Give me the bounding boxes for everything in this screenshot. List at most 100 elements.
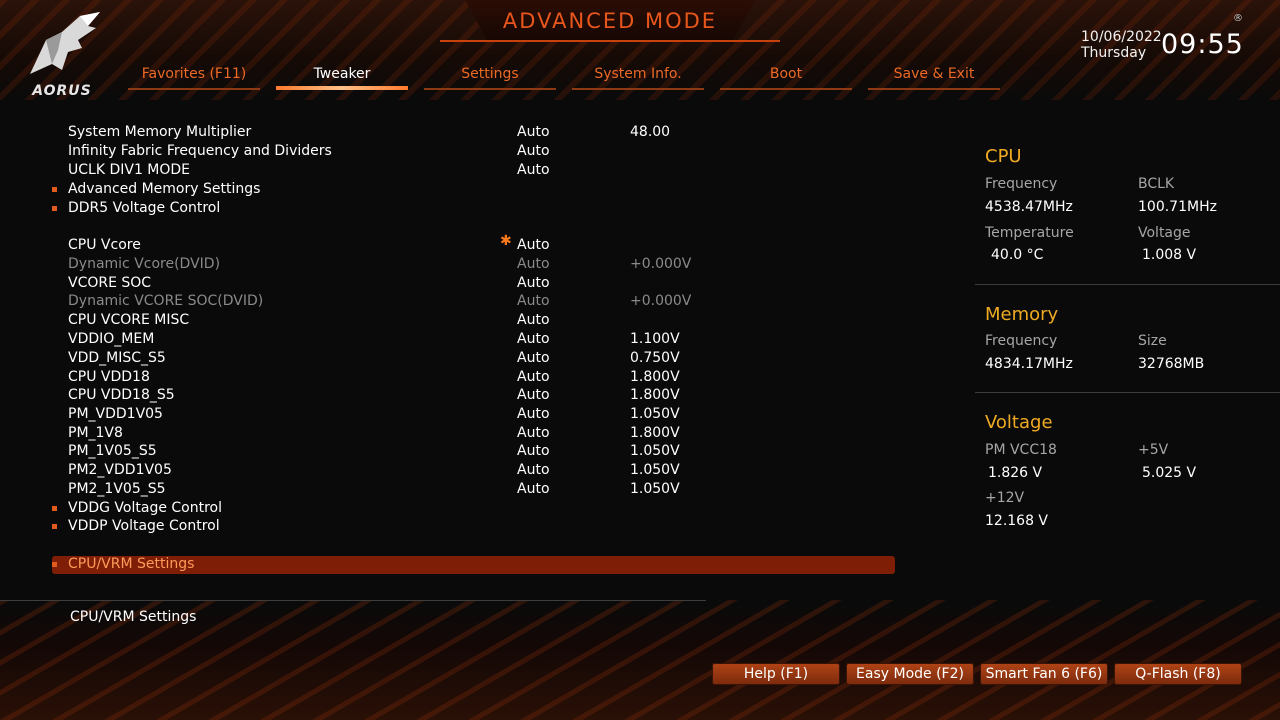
submenu-row[interactable]: VDDP Voltage Control: [52, 518, 702, 537]
setting-label: Dynamic VCORE SOC(DVID): [68, 293, 264, 309]
page-title: ADVANCED MODE: [502, 9, 718, 33]
tab-system-info[interactable]: System Info.: [572, 66, 704, 90]
cpu-temperature-value: 40.0 °C: [991, 247, 1044, 263]
setting-mode[interactable]: Auto: [517, 425, 550, 441]
setting-label: VDDIO_MEM: [68, 331, 155, 347]
setting-row[interactable]: PM2_1V05_S5 Auto 1.050V: [52, 481, 702, 500]
setting-row[interactable]: CPU VDD18 Auto 1.800V: [52, 369, 702, 388]
setting-mode[interactable]: Auto: [517, 406, 550, 422]
pmvcc18-value: 1.826 V: [988, 465, 1043, 481]
panel-divider: [975, 392, 1280, 393]
setting-row[interactable]: VDDIO_MEM Auto 1.100V: [52, 331, 702, 350]
memory-frequency-label: Frequency: [985, 333, 1058, 349]
setting-mode[interactable]: Auto: [517, 143, 550, 159]
brand-logo-text: AORUS: [32, 83, 92, 99]
setting-mode[interactable]: Auto: [517, 369, 550, 385]
setting-mode[interactable]: Auto: [517, 481, 550, 497]
v12-label: +12V: [985, 490, 1025, 506]
modified-star-icon: ✱: [500, 233, 512, 249]
setting-row[interactable]: VDD_MISC_S5 Auto 0.750V: [52, 350, 702, 369]
panel-divider: [975, 284, 1280, 285]
v12-value: 12.168 V: [985, 513, 1049, 529]
setting-mode[interactable]: Auto: [517, 462, 550, 478]
submenu-row[interactable]: Advanced Memory Settings: [52, 181, 702, 200]
tab-tweaker[interactable]: Tweaker: [276, 66, 408, 90]
setting-mode[interactable]: Auto: [517, 124, 550, 140]
setting-row[interactable]: PM_VDD1V05 Auto 1.050V: [52, 406, 702, 425]
setting-label: Dynamic Vcore(DVID): [68, 256, 221, 272]
pmvcc18-label: PM VCC18: [985, 442, 1057, 458]
setting-row[interactable]: CPU VDD18_S5 Auto 1.800V: [52, 387, 702, 406]
setting-label: PM_1V8: [68, 425, 123, 441]
qflash-button[interactable]: Q-Flash (F8): [1114, 663, 1242, 685]
memory-size-label: Size: [1138, 333, 1167, 349]
setting-row[interactable]: VCORE SOC Auto: [52, 275, 702, 294]
submenu-row[interactable]: VDDG Voltage Control: [52, 500, 702, 519]
setting-row[interactable]: PM_1V8 Auto 1.800V: [52, 425, 702, 444]
setting-value[interactable]: 1.800V: [630, 425, 680, 441]
setting-label: CPU VCORE MISC: [68, 312, 190, 328]
title-underline: [440, 40, 780, 42]
setting-row[interactable]: PM2_VDD1V05 Auto 1.050V: [52, 462, 702, 481]
setting-row[interactable]: UCLK DIV1 MODE Auto: [52, 162, 702, 181]
setting-mode: Auto: [517, 293, 550, 309]
tab-save-exit[interactable]: Save & Exit: [868, 66, 1000, 90]
setting-value[interactable]: 1.050V: [630, 443, 680, 459]
setting-label: PM_VDD1V05: [68, 406, 163, 422]
easy-mode-button[interactable]: Easy Mode (F2): [846, 663, 974, 685]
setting-value[interactable]: 1.050V: [630, 462, 680, 478]
setting-row[interactable]: CPU VCORE MISC Auto: [52, 312, 702, 331]
submenu-label: VDDG Voltage Control: [68, 500, 223, 516]
cpu-bclk-value: 100.71MHz: [1138, 199, 1217, 215]
weekday-display: Thursday: [1081, 45, 1147, 61]
setting-row: Dynamic VCORE SOC(DVID) Auto +0.000V: [52, 293, 702, 312]
setting-label: Infinity Fabric Frequency and Dividers: [68, 143, 332, 159]
submenu-row-cpu-vrm[interactable]: CPU/VRM Settings: [52, 556, 702, 575]
tab-boot[interactable]: Boot: [720, 66, 852, 90]
submenu-label: Advanced Memory Settings: [68, 181, 261, 197]
setting-mode[interactable]: Auto: [517, 312, 550, 328]
submenu-label: DDR5 Voltage Control: [68, 200, 221, 216]
setting-label: CPU Vcore: [68, 237, 141, 253]
setting-mode[interactable]: Auto: [517, 331, 550, 347]
memory-heading: Memory: [985, 304, 1059, 325]
memory-frequency-value: 4834.17MHz: [985, 356, 1073, 372]
setting-value[interactable]: 1.800V: [630, 387, 680, 403]
cpu-temperature-label: Temperature: [985, 225, 1074, 241]
v5-value: 5.025 V: [1142, 465, 1197, 481]
setting-mode[interactable]: Auto: [517, 350, 550, 366]
setting-value[interactable]: 1.800V: [630, 369, 680, 385]
voltage-heading: Voltage: [985, 412, 1053, 433]
setting-row[interactable]: System Memory Multiplier Auto 48.00: [52, 124, 702, 143]
cpu-frequency-label: Frequency: [985, 176, 1058, 192]
setting-row[interactable]: PM_1V05_S5 Auto 1.050V: [52, 443, 702, 462]
setting-value[interactable]: 1.050V: [630, 481, 680, 497]
setting-value[interactable]: 1.050V: [630, 406, 680, 422]
setting-mode[interactable]: Auto: [517, 237, 550, 253]
tab-favorites[interactable]: Favorites (F11): [128, 66, 260, 90]
setting-mode[interactable]: Auto: [517, 387, 550, 403]
submenu-row[interactable]: DDR5 Voltage Control: [52, 200, 702, 219]
setting-mode[interactable]: Auto: [517, 275, 550, 291]
setting-value[interactable]: 1.100V: [630, 331, 680, 347]
setting-label: System Memory Multiplier: [68, 124, 252, 140]
setting-row: Dynamic Vcore(DVID) Auto +0.000V: [52, 256, 702, 275]
tab-settings[interactable]: Settings: [424, 66, 556, 90]
setting-value: +0.000V: [630, 293, 692, 309]
setting-value[interactable]: 48.00: [630, 124, 670, 140]
submenu-label: CPU/VRM Settings: [68, 556, 195, 572]
cpu-frequency-value: 4538.47MHz: [985, 199, 1073, 215]
setting-row[interactable]: Infinity Fabric Frequency and Dividers A…: [52, 143, 702, 162]
setting-value: +0.000V: [630, 256, 692, 272]
submenu-bullet-icon: [52, 524, 57, 529]
setting-label: PM_1V05_S5: [68, 443, 157, 459]
setting-value[interactable]: 0.750V: [630, 350, 680, 366]
help-button[interactable]: Help (F1): [712, 663, 840, 685]
submenu-label: VDDP Voltage Control: [68, 518, 220, 534]
submenu-bullet-icon: [52, 562, 57, 567]
setting-mode[interactable]: Auto: [517, 443, 550, 459]
setting-mode[interactable]: Auto: [517, 162, 550, 178]
date-display: 10/06/2022: [1081, 29, 1162, 45]
setting-row[interactable]: CPU Vcore ✱ Auto: [52, 233, 702, 256]
smart-fan-button[interactable]: Smart Fan 6 (F6): [980, 663, 1108, 685]
